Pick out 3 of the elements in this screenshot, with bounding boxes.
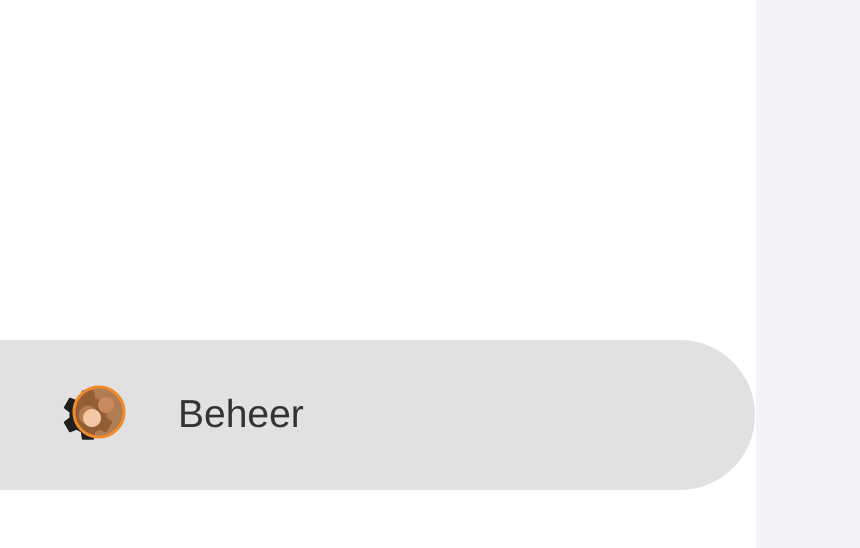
cursor-highlight-icon [72,385,126,439]
item-label: Beheer [178,393,304,437]
sidebar-item[interactable]: Beheer [0,340,755,490]
